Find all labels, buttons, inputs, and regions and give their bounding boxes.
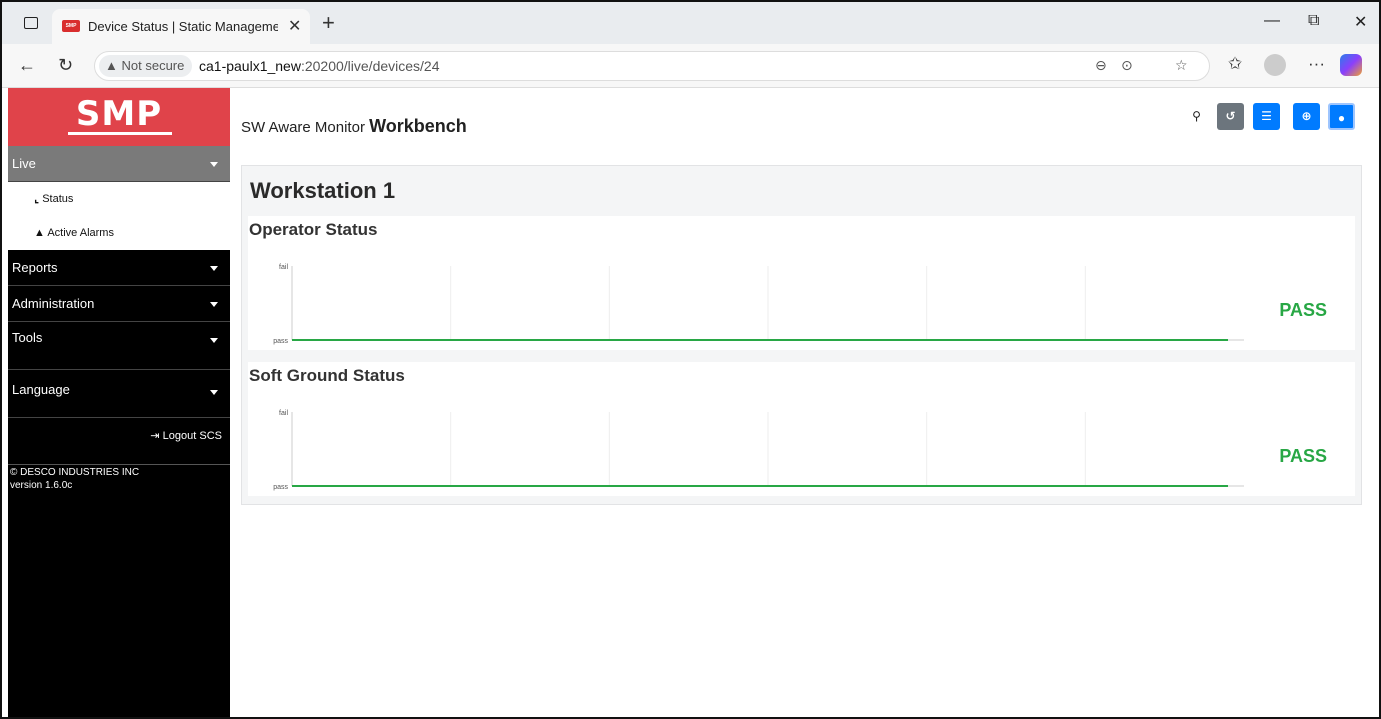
- more-info-icon[interactable]: ⊙: [1121, 57, 1133, 74]
- version-text: version 1.6.0c: [10, 480, 73, 491]
- zoom-in-icon: ⊕: [1301, 109, 1312, 123]
- title-bar: SMP Device Status | Static Management ✕ …: [2, 2, 1379, 45]
- menu-reports[interactable]: Reports: [8, 250, 230, 286]
- live-submenu: ⌞ Status ▲ Active Alarms: [8, 182, 230, 250]
- chart-icon: ⌞: [34, 193, 40, 205]
- favorites-icon[interactable]: ✩: [1228, 54, 1242, 74]
- tab-actions-icon[interactable]: [24, 17, 38, 29]
- tab-title: Device Status | Static Management: [88, 19, 278, 34]
- address-bar[interactable]: ▲ Not secure ca1-paulx1_new:20200/live/d…: [94, 51, 1210, 81]
- soft-ground-status-value: PASS: [1279, 446, 1327, 466]
- caret-down-icon: [210, 338, 218, 343]
- page-title: SW Aware Monitor Workbench: [241, 116, 467, 136]
- browser-tab[interactable]: SMP Device Status | Static Management ✕: [52, 9, 310, 45]
- y-tick-label: fail: [279, 264, 288, 271]
- y-tick-label: pass: [273, 338, 288, 345]
- copyright-text: © DESCO INDUSTRIES INC: [10, 467, 140, 478]
- warning-icon: ▲: [105, 58, 118, 73]
- logout-link[interactable]: ⇥ Logout SCS: [150, 429, 222, 442]
- soft-ground-status-chart: pass fail: [273, 410, 1244, 491]
- alarm-warning-icon: ▲: [34, 227, 45, 239]
- history-button[interactable]: ↺: [1217, 103, 1244, 130]
- more-menu-icon[interactable]: ···: [1308, 54, 1325, 74]
- soft-ground-status-card: Soft Ground Status pass fail PASS: [248, 362, 1355, 496]
- sidebar: SMP Live ⌞ Status ▲ Active Alarms Report…: [8, 88, 230, 717]
- operator-status-card: Operator Status pass fail PASS: [248, 216, 1355, 350]
- restore-icon[interactable]: ⧉: [1308, 12, 1319, 30]
- not-secure-badge[interactable]: ▲ Not secure: [99, 55, 193, 77]
- location-button[interactable]: ⚲: [1183, 103, 1210, 130]
- minimize-icon[interactable]: —: [1264, 12, 1280, 30]
- new-tab-icon[interactable]: +: [322, 10, 335, 36]
- info-button[interactable]: ●: [1328, 103, 1355, 130]
- operator-status-title: Operator Status: [249, 220, 378, 239]
- operator-status-value: PASS: [1279, 300, 1327, 320]
- list-view-button[interactable]: ☰: [1253, 103, 1280, 130]
- workstation-title: Workstation 1: [250, 178, 396, 203]
- logout-icon: ⇥: [150, 430, 160, 442]
- y-tick-label: pass: [273, 484, 288, 491]
- zoom-button[interactable]: ⊕: [1293, 103, 1320, 130]
- map-pin-icon: ⚲: [1192, 109, 1201, 123]
- logo-underline: [68, 132, 172, 135]
- favorite-star-icon[interactable]: ☆: [1175, 57, 1188, 74]
- zoom-out-icon[interactable]: ⊖: [1095, 57, 1107, 74]
- y-tick-label: fail: [279, 410, 288, 417]
- menu-tools[interactable]: Tools: [8, 322, 230, 370]
- footer-info: © DESCO INDUSTRIES INC version 1.6.0c: [10, 466, 139, 492]
- info-icon: ●: [1337, 111, 1346, 125]
- history-icon: ↺: [1225, 109, 1236, 123]
- back-icon[interactable]: ←: [18, 55, 36, 76]
- refresh-icon[interactable]: ↻: [58, 55, 73, 76]
- menu-administration[interactable]: Administration: [8, 286, 230, 322]
- profile-avatar[interactable]: [1264, 54, 1286, 76]
- main-content: SW Aware Monitor Workbench ⚲ ↺ ☰ ⊕ ● Wor…: [230, 88, 1379, 717]
- caret-down-icon: [210, 266, 218, 271]
- divider: [8, 464, 230, 465]
- menu-language[interactable]: Language: [8, 370, 230, 418]
- sidebar-item-alarms[interactable]: ▲ Active Alarms: [8, 216, 230, 250]
- caret-down-icon: [210, 390, 218, 395]
- workstation-panel: Workstation 1 Operator Status pass fail P…: [241, 165, 1362, 505]
- navigation-bar: ← ↻ ▲ Not secure ca1-paulx1_new:20200/li…: [2, 44, 1379, 88]
- tab-close-icon[interactable]: ✕: [288, 16, 301, 36]
- close-window-icon[interactable]: ✕: [1354, 12, 1367, 32]
- copilot-icon[interactable]: [1340, 54, 1362, 76]
- menu-live[interactable]: Live: [8, 146, 230, 182]
- browser-window: SMP Device Status | Static Management ✕ …: [0, 0, 1381, 719]
- sidebar-item-status[interactable]: ⌞ Status: [8, 182, 230, 216]
- soft-ground-status-title: Soft Ground Status: [249, 366, 405, 385]
- caret-down-icon: [210, 302, 218, 307]
- logo-area: SMP: [8, 88, 230, 146]
- operator-status-chart: pass fail: [273, 264, 1244, 345]
- list-icon: ☰: [1261, 109, 1272, 123]
- smp-logo: SMP: [75, 94, 163, 134]
- caret-down-icon: [210, 162, 218, 167]
- url-text: ca1-paulx1_new:20200/live/devices/24: [199, 58, 440, 74]
- tab-favicon-icon: SMP: [62, 20, 80, 32]
